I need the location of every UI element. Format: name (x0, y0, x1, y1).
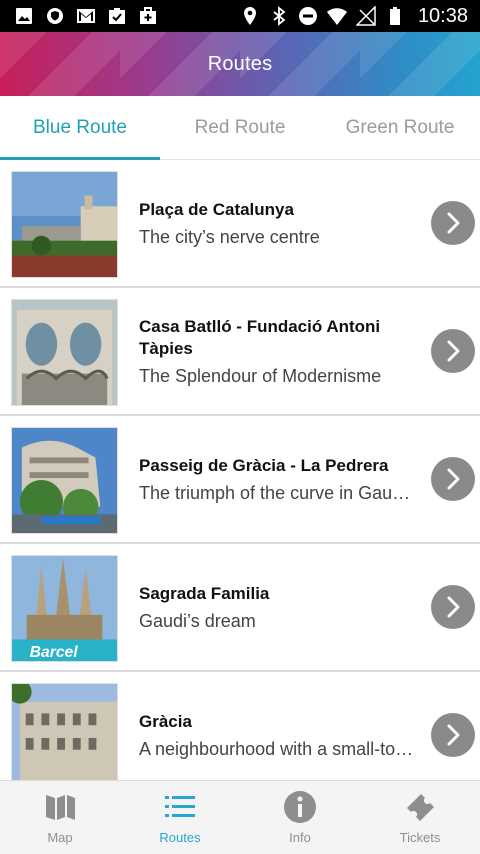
chevron-right-button[interactable] (431, 201, 475, 245)
route-text: Passeig de Gràcia - La Pedrera The trium… (139, 416, 416, 542)
route-title: Gràcia (139, 711, 192, 731)
chevron-right-button[interactable] (431, 329, 475, 373)
route-thumbnail (11, 683, 118, 780)
battery-icon (389, 7, 400, 25)
route-title: Plaça de Catalunya (139, 199, 294, 219)
nav-map-label: Map (47, 830, 73, 845)
wifi-icon (326, 8, 347, 25)
list-icon (165, 796, 195, 817)
list-item[interactable]: Casa Batlló - Fundació Antoni Tàpies The… (0, 288, 480, 416)
route-title: Casa Batlló - Fundació Antoni Tàpies (139, 316, 381, 358)
list-item[interactable]: Gràcia A neighbourhood with a small-town… (0, 672, 480, 780)
map-icon (46, 795, 75, 820)
nav-routes[interactable]: Routes (120, 781, 240, 854)
nav-info[interactable]: Info (240, 781, 360, 854)
route-thumbnail (11, 299, 118, 406)
route-text: Casa Batlló - Fundació Antoni Tàpies The… (139, 288, 416, 414)
page-title: Routes (207, 52, 273, 75)
route-subtitle: The city’s nerve centre (139, 226, 320, 247)
chevron-right-icon (447, 724, 460, 746)
chevron-right-button[interactable] (431, 457, 475, 501)
bluetooth-icon (273, 6, 286, 26)
route-tabs: Blue Route Red Route Green Route (0, 96, 480, 160)
info-icon (284, 791, 316, 823)
clipboard-check-icon (109, 8, 125, 24)
location-pin-icon (243, 7, 256, 25)
chevron-right-icon (447, 468, 460, 490)
shield-icon (47, 8, 63, 24)
status-time: 10:38 (417, 4, 468, 27)
ticket-icon (407, 794, 434, 821)
status-bar: 10:38 (0, 0, 480, 32)
do-not-disturb-icon (298, 7, 317, 25)
image-caption: Barcel (30, 644, 79, 661)
route-thumbnail: Barcel (11, 555, 118, 662)
list-item[interactable]: Plaça de Catalunya The city’s nerve cent… (0, 160, 480, 288)
route-subtitle: The triumph of the curve in Gaudí’s arch… (139, 482, 416, 503)
chevron-right-icon (447, 596, 460, 618)
nav-info-label: Info (289, 830, 311, 845)
image-icon (16, 8, 32, 24)
route-subtitle: Gaudi’s dream (139, 610, 256, 631)
nav-tickets[interactable]: Tickets (360, 781, 480, 854)
system-icons: 10:38 (240, 5, 468, 28)
gmail-icon (77, 9, 95, 23)
route-list: Plaça de Catalunya The city’s nerve cent… (0, 160, 480, 780)
route-thumbnail (11, 427, 118, 534)
chevron-right-icon (447, 212, 460, 234)
bottom-navigation: Map Routes Info Tickets (0, 780, 480, 854)
signal-off-icon (355, 6, 376, 26)
briefcase-plus-icon (140, 7, 156, 24)
route-text: Plaça de Catalunya The city’s nerve cent… (139, 160, 416, 286)
notification-icons (14, 6, 158, 26)
chevron-right-button[interactable] (431, 713, 475, 757)
app-bar: Routes (0, 32, 480, 96)
nav-tickets-label: Tickets (399, 830, 441, 845)
chevron-right-button[interactable] (431, 585, 475, 629)
route-title: Passeig de Gràcia - La Pedrera (139, 455, 389, 475)
tab-green-route[interactable]: Green Route (320, 96, 480, 159)
nav-routes-label: Routes (159, 830, 201, 845)
list-item[interactable]: Passeig de Gràcia - La Pedrera The trium… (0, 416, 480, 544)
list-item[interactable]: Barcel Sagrada Familia Gaudi’s dream (0, 544, 480, 672)
route-thumbnail (11, 171, 118, 278)
tab-blue-route[interactable]: Blue Route (0, 96, 160, 160)
tab-red-route[interactable]: Red Route (160, 96, 320, 159)
route-title: Sagrada Familia (139, 583, 270, 603)
route-text: Sagrada Familia Gaudi’s dream (139, 544, 416, 670)
nav-map[interactable]: Map (0, 781, 120, 854)
route-text: Gràcia A neighbourhood with a small-town… (139, 672, 416, 780)
route-subtitle: The Splendour of Modernisme (139, 365, 382, 386)
chevron-right-icon (447, 340, 460, 362)
route-subtitle: A neighbourhood with a small-town feel (139, 738, 416, 759)
